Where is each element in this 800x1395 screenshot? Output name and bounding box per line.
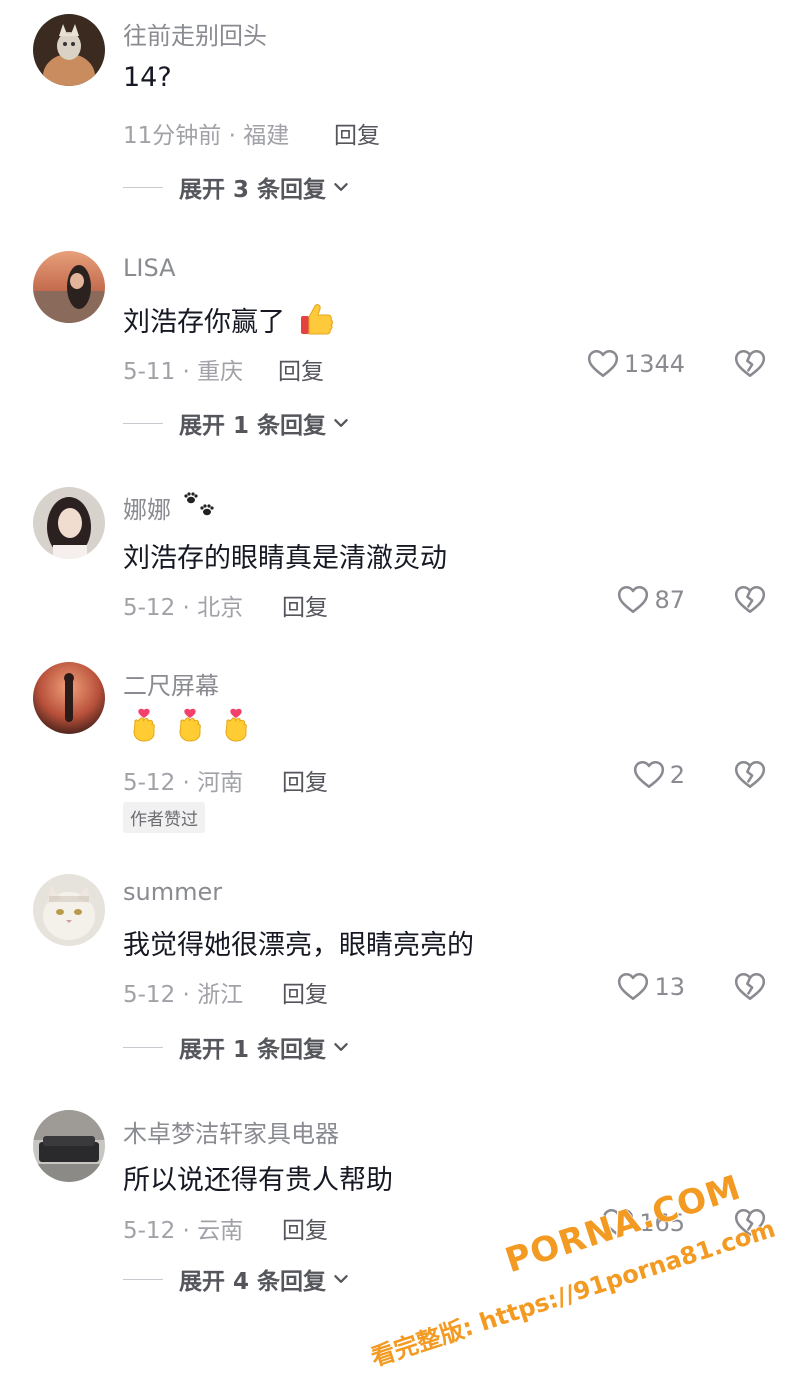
avatar[interactable] — [33, 1110, 105, 1182]
username[interactable]: 往前走别回头 — [123, 16, 267, 51]
expand-replies-label: 展开 4 条回复 — [179, 1269, 327, 1295]
expand-replies-label: 展开 3 条回复 — [179, 177, 327, 203]
expand-replies-label: 展开 1 条回复 — [179, 413, 327, 439]
reply-button[interactable]: 回复 — [282, 975, 328, 1009]
like-count: 1344 — [623, 350, 685, 378]
expand-replies-button[interactable]: 展开 4 条回复 — [123, 1262, 350, 1296]
expand-replies-button[interactable]: 展开 1 条回复 — [123, 406, 350, 440]
like-button[interactable]: 87 — [616, 583, 685, 617]
reply-button[interactable]: 回复 — [278, 352, 324, 386]
comment-text-content: 刘浩存你赢了 — [123, 307, 285, 338]
chevron-down-icon — [332, 1038, 350, 1056]
comment-text: 刘浩存的眼睛真是清澈灵动 — [123, 543, 447, 574]
divider-line — [123, 422, 163, 424]
heart-outline-icon — [616, 970, 650, 1004]
comment-text: 所以说还得有贵人帮助 — [123, 1165, 393, 1196]
divider-line — [123, 1046, 163, 1048]
comment-text: 14? — [123, 62, 172, 93]
paw-prints-emoji — [184, 492, 214, 516]
watermark: PORNA.COM 看完整版: https://91porna81.com — [368, 1140, 786, 1371]
reply-button[interactable]: 回复 — [282, 1211, 328, 1245]
avatar[interactable] — [33, 662, 105, 734]
like-button[interactable]: 13 — [616, 970, 685, 1004]
avatar[interactable] — [33, 487, 105, 559]
finger-heart-emoji — [174, 706, 206, 744]
username[interactable]: 娜娜 — [123, 490, 217, 525]
username[interactable]: LISA — [123, 254, 176, 282]
username-text: 娜娜 — [123, 496, 171, 524]
heart-outline-icon — [632, 758, 666, 792]
like-count: 13 — [654, 973, 685, 1001]
comment-meta: 5-12 · 河南 — [123, 770, 244, 796]
comment-text: 我觉得她很漂亮，眼睛亮亮的 — [123, 930, 474, 961]
thumbs-up-emoji — [300, 304, 333, 335]
heart-outline-icon — [586, 347, 620, 381]
broken-heart-icon[interactable] — [733, 758, 767, 792]
expand-replies-button[interactable]: 展开 1 条回复 — [123, 1030, 350, 1064]
heart-outline-icon — [616, 583, 650, 617]
finger-heart-emoji — [128, 706, 160, 744]
avatar[interactable] — [33, 874, 105, 946]
chevron-down-icon — [332, 414, 350, 432]
username[interactable]: 木卓梦洁轩家具电器 — [123, 1114, 339, 1149]
broken-heart-icon[interactable] — [733, 970, 767, 1004]
broken-heart-icon[interactable] — [733, 347, 767, 381]
comment-meta: 5-12 · 北京 — [123, 595, 244, 621]
username[interactable]: summer — [123, 878, 222, 906]
comment-meta: 5-12 · 浙江 — [123, 982, 244, 1008]
avatar[interactable] — [33, 14, 105, 86]
avatar[interactable] — [33, 251, 105, 323]
username[interactable]: 二尺屏幕 — [123, 666, 219, 701]
reply-button[interactable]: 回复 — [334, 116, 380, 150]
finger-heart-emoji — [220, 706, 252, 744]
chevron-down-icon — [332, 178, 350, 196]
like-button[interactable]: 2 — [632, 758, 685, 792]
like-count: 87 — [654, 586, 685, 614]
broken-heart-icon[interactable] — [733, 583, 767, 617]
comment-meta: 11分钟前 · 福建 — [123, 123, 290, 149]
divider-line — [123, 1278, 163, 1280]
divider-line — [123, 186, 163, 188]
expand-replies-button[interactable]: 展开 3 条回复 — [123, 170, 350, 204]
expand-replies-label: 展开 1 条回复 — [179, 1037, 327, 1063]
reply-button[interactable]: 回复 — [282, 588, 328, 622]
emoji-row — [128, 706, 252, 744]
comment-text: 刘浩存你赢了 — [123, 300, 334, 339]
comment-meta: 5-12 · 云南 — [123, 1218, 244, 1244]
comment-meta: 5-11 · 重庆 — [123, 359, 244, 385]
reply-button[interactable]: 回复 — [282, 763, 328, 797]
author-liked-badge: 作者赞过 — [123, 802, 205, 833]
like-button[interactable]: 1344 — [586, 347, 685, 381]
chevron-down-icon — [332, 1270, 350, 1288]
like-count: 2 — [669, 761, 685, 789]
